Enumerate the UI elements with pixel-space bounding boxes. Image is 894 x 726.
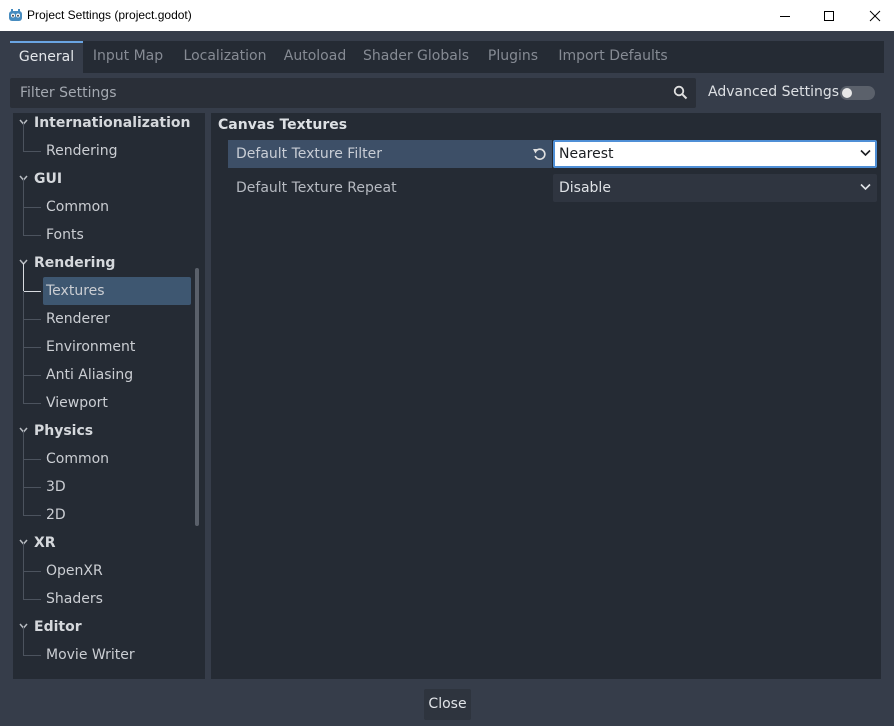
close-button[interactable]: Close — [424, 689, 471, 720]
texture-filter-dropdown[interactable]: Nearest — [553, 140, 877, 168]
general-panel: Advanced Settings Internationalization R… — [10, 73, 884, 679]
tree-item-textures[interactable]: Textures — [13, 263, 193, 305]
tab-input-map[interactable]: Input Map — [86, 41, 170, 73]
window-titlebar: Project Settings (project.godot) — [0, 0, 894, 31]
revert-icon[interactable] — [532, 147, 547, 165]
search-icon[interactable] — [673, 85, 688, 104]
tree-section-xr[interactable]: XR — [13, 529, 193, 557]
tree-scrollbar[interactable] — [195, 268, 199, 526]
close-icon — [869, 10, 881, 21]
tree-section-internationalization[interactable]: Internationalization — [13, 113, 193, 137]
toggle-knob — [842, 88, 852, 98]
tree-item-environment[interactable]: Environment — [13, 319, 193, 361]
advanced-settings-toggle[interactable] — [840, 86, 875, 100]
tab-autoload[interactable]: Autoload — [280, 41, 350, 73]
tree-item-renderer[interactable]: Renderer — [13, 291, 193, 333]
category-title: Canvas Textures — [218, 117, 348, 133]
property-default-texture-filter[interactable]: Default Texture Filter Nearest — [228, 140, 878, 170]
tree-item-2d[interactable]: 2D — [13, 487, 193, 529]
tree-section-rendering[interactable]: Rendering — [13, 249, 193, 277]
godot-icon — [8, 8, 23, 23]
close-window-button[interactable] — [852, 0, 894, 31]
tree-item-anti-aliasing[interactable]: Anti Aliasing — [13, 347, 193, 389]
tab-import-defaults[interactable]: Import Defaults — [554, 41, 672, 73]
advanced-settings-label: Advanced Settings — [708, 84, 840, 100]
tree-item-openxr[interactable]: OpenXR — [13, 543, 193, 585]
settings-inspector: Canvas Textures Default Texture Filter N… — [211, 113, 881, 679]
filter-settings-input[interactable] — [20, 78, 660, 108]
filter-row: Advanced Settings — [10, 78, 884, 108]
tree-item-shaders[interactable]: Shaders — [13, 571, 193, 613]
tree-item-common[interactable]: Common — [13, 179, 193, 221]
tree-section-gui[interactable]: GUI — [13, 165, 193, 193]
tab-bar: General Input Map Localization Autoload … — [10, 41, 884, 73]
tree-item-fonts[interactable]: Fonts — [13, 207, 193, 249]
project-settings-dialog: General Input Map Localization Autoload … — [0, 31, 894, 726]
tree-section-editor[interactable]: Editor — [13, 613, 193, 641]
maximize-icon — [824, 10, 834, 21]
tree-item-viewport[interactable]: Viewport — [13, 375, 193, 417]
tab-shader-globals[interactable]: Shader Globals — [360, 41, 472, 73]
tree-item-movie-writer[interactable]: Movie Writer — [13, 627, 193, 669]
filter-settings-field[interactable] — [10, 78, 696, 108]
property-default-texture-repeat[interactable]: Default Texture Repeat Disable — [228, 174, 878, 204]
tree-section-physics[interactable]: Physics — [13, 417, 193, 445]
dropdown-value: Disable — [559, 180, 611, 196]
window-title: Project Settings (project.godot) — [27, 8, 192, 22]
minimize-icon — [780, 15, 790, 17]
minimize-button[interactable] — [762, 0, 808, 31]
property-label: Default Texture Filter — [228, 140, 552, 168]
tree-item-physics-common[interactable]: Common — [13, 431, 193, 473]
dropdown-value: Nearest — [559, 146, 614, 162]
tab-general[interactable]: General — [10, 41, 83, 73]
chevron-down-icon — [860, 149, 871, 157]
tree-item-rendering[interactable]: Rendering — [13, 123, 193, 165]
texture-repeat-dropdown[interactable]: Disable — [553, 174, 877, 202]
tab-localization[interactable]: Localization — [178, 41, 272, 73]
tab-plugins[interactable]: Plugins — [482, 41, 544, 73]
settings-tree: Internationalization Rendering GUI Commo… — [13, 113, 205, 679]
maximize-button[interactable] — [806, 0, 852, 31]
property-label: Default Texture Repeat — [236, 180, 397, 196]
chevron-down-icon — [860, 183, 871, 191]
tree-item-3d[interactable]: 3D — [13, 459, 193, 501]
